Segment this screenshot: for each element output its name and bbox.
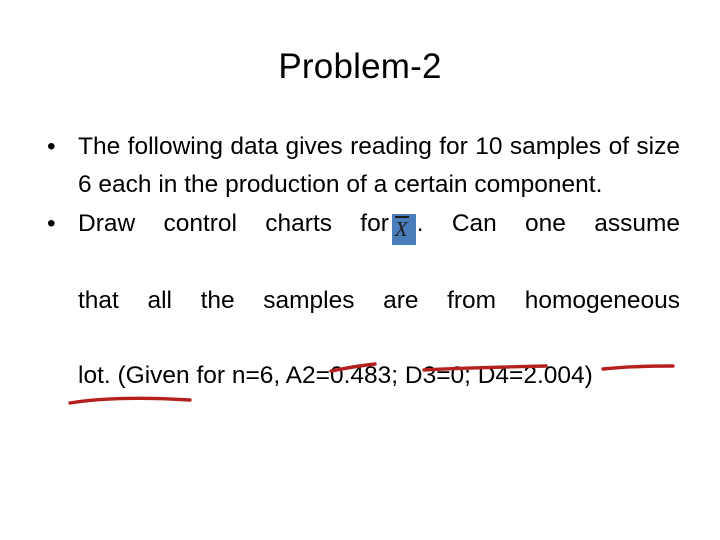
bullet-2-segment-after-equation: . Can one assume xyxy=(416,210,680,237)
bullet-item-2: • Draw control charts for X . Can one assu… xyxy=(36,205,680,395)
bullet-2-text: Draw control charts for X . Can one assume… xyxy=(78,205,680,395)
page-title: Problem-2 xyxy=(278,47,442,86)
bullet-1-text: The following data gives reading for 10 … xyxy=(78,133,680,198)
bullet-2-line-4: lot. (Given for n=6, A2=0.483; D3=0; D4=… xyxy=(78,362,593,389)
bullet-2-line-3: that all the samples are from homogeneou… xyxy=(78,287,680,314)
ink-stroke-underline-lower-left xyxy=(68,396,192,405)
xbar-equation-object[interactable]: X xyxy=(391,214,416,245)
slide-canvas: Problem-2 • The following data gives rea… xyxy=(0,0,720,540)
bullet-marker-icon: • xyxy=(47,210,56,237)
bullet-item-1: • The following data gives reading for 1… xyxy=(36,128,680,203)
bullet-2-segment-before-equation: Draw control charts for xyxy=(78,210,389,237)
bullet-marker-icon: • xyxy=(47,133,56,160)
xbar-symbol: X xyxy=(394,216,409,241)
slide-body: • The following data gives reading for 1… xyxy=(36,128,680,395)
